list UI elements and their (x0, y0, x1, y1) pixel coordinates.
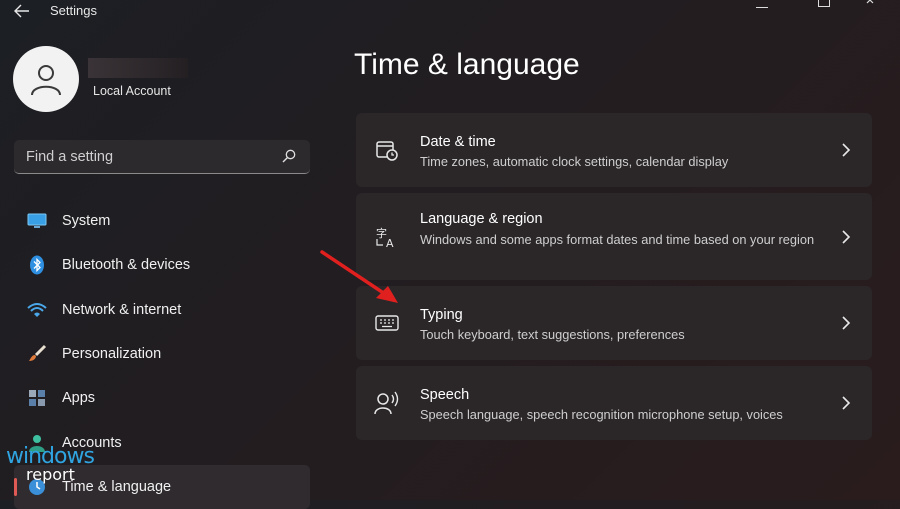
card-title: Speech (420, 387, 470, 403)
card-title: Language & region (420, 211, 543, 227)
window-title: Settings (50, 3, 97, 18)
card-title: Date & time (420, 134, 496, 150)
calendar-clock-icon (374, 137, 400, 163)
apps-icon (26, 387, 48, 409)
card-date-time[interactable]: Date & time Time zones, automatic clock … (356, 113, 872, 187)
monitor-icon (26, 210, 48, 232)
search-input[interactable] (24, 146, 268, 168)
wifi-icon (26, 299, 48, 321)
card-description: Windows and some apps format dates and t… (420, 232, 815, 247)
card-description: Touch keyboard, text suggestions, prefer… (420, 327, 685, 342)
sidebar-item-label: Apps (62, 390, 96, 407)
person-icon (31, 65, 61, 96)
redacted-username (88, 58, 188, 78)
card-description: Speech language, speech recognition micr… (420, 407, 783, 422)
speech-icon (374, 390, 400, 416)
sidebar-item-network-internet[interactable]: Network & internet (14, 288, 310, 332)
sidebar-item-bluetooth-devices[interactable]: Bluetooth & devices (14, 243, 310, 287)
bluetooth-icon (26, 254, 48, 276)
sidebar-item-label: System (62, 213, 111, 230)
card-description: Time zones, automatic clock settings, ca… (420, 154, 729, 169)
chevron-right-icon (842, 316, 851, 330)
chevron-right-icon (842, 143, 851, 157)
page-title: Time & language (354, 48, 580, 81)
brush-icon (26, 343, 48, 365)
avatar[interactable] (13, 46, 79, 112)
back-arrow-icon[interactable] (10, 0, 34, 22)
sidebar-item-label: Bluetooth & devices (62, 257, 191, 274)
chevron-right-icon (842, 230, 851, 244)
card-language-region[interactable]: 字A Language & region Windows and some ap… (356, 193, 872, 280)
minimize-button[interactable] (756, 0, 768, 8)
account-type-label: Local Account (93, 84, 171, 98)
close-button[interactable] (866, 0, 882, 8)
search-icon[interactable] (282, 149, 296, 163)
title-bar: Settings (0, 0, 900, 24)
keyboard-icon (374, 310, 400, 336)
sidebar-item-label: Personalization (62, 346, 162, 363)
annotation-arrow (320, 250, 398, 303)
card-title: Typing (420, 307, 463, 323)
card-typing[interactable]: Typing Touch keyboard, text suggestions,… (356, 286, 872, 360)
windows-report-logo: windows report (6, 446, 96, 486)
maximize-button[interactable] (818, 0, 830, 7)
chevron-right-icon (842, 396, 851, 410)
sidebar-item-label: Network & internet (62, 301, 182, 318)
sidebar-item-apps[interactable]: Apps (14, 376, 310, 420)
sidebar-item-system[interactable]: System (14, 199, 310, 243)
card-speech[interactable]: Speech Speech language, speech recogniti… (356, 366, 872, 440)
search-box[interactable] (14, 140, 310, 174)
watermark-line2: report (26, 465, 75, 484)
sidebar-item-personalization[interactable]: Personalization (14, 332, 310, 376)
